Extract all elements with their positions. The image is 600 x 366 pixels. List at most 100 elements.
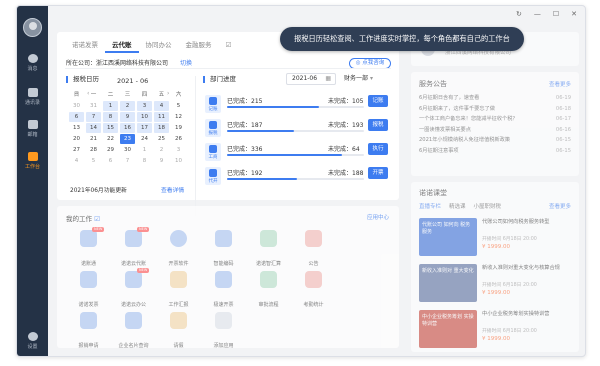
calendar-day[interactable]: 16 (120, 123, 135, 133)
minimize-icon[interactable]: — (534, 10, 541, 18)
department-select[interactable]: 财务一部 ▾ (344, 73, 390, 85)
app-expense[interactable]: 报销申请 (66, 312, 111, 349)
app-invoice-software[interactable]: 开票软件 (156, 230, 201, 267)
tab-finance[interactable]: 金融服务 (179, 39, 219, 53)
calendar-day[interactable]: 8 (103, 112, 118, 122)
calendar-day[interactable]: 3 (171, 145, 186, 155)
calendar-day-today[interactable]: 23 (120, 134, 135, 144)
calendar-day[interactable]: 12 (171, 112, 186, 122)
month-picker[interactable]: 2021-06 ▦ (286, 73, 336, 85)
notice-more-link[interactable]: 查看更多 (549, 80, 571, 88)
app-nuonuo-invoice[interactable]: 诺诺发票 (66, 271, 111, 308)
app-add[interactable]: 添加应用 (201, 312, 246, 349)
calendar-day[interactable]: 30 (120, 145, 135, 155)
calendar-day[interactable]: 9 (154, 156, 169, 166)
list-item[interactable]: 6月征期注意事项 06-15 (419, 146, 571, 157)
list-item[interactable]: 一个体工商户备忘来！您能减半征收个税？ 06-17 (419, 114, 571, 125)
app-label: 企业名片查询 (118, 343, 149, 349)
calendar-day[interactable]: 4 (154, 101, 169, 111)
tab-invoice[interactable]: 诺诺发票 (65, 39, 105, 53)
calendar-day[interactable]: 1 (103, 101, 118, 111)
app-attendance[interactable]: 考勤统计 (291, 271, 336, 308)
maximize-icon[interactable]: ☐ (553, 10, 559, 18)
tab-cloud-accounting[interactable]: 云代账 (105, 39, 139, 53)
calendar-day[interactable]: 28 (86, 145, 101, 155)
app-nuozhangtong[interactable]: NEW 诺账通 (66, 227, 111, 267)
app-center-link[interactable]: 应用中心 (367, 213, 389, 221)
edit-icon[interactable]: ☑ (94, 215, 100, 223)
calendar-day[interactable]: 13 (69, 123, 84, 133)
calendar-day[interactable]: 25 (154, 134, 169, 144)
tab-tax-house[interactable]: 小屋职财税 (474, 202, 502, 210)
calendar-day[interactable]: 18 (154, 123, 169, 133)
list-item[interactable]: 6月征期日含有了，速查看 06-19 (419, 93, 571, 104)
app-smart-settlement[interactable]: 诺诺智汇算 (246, 230, 291, 267)
sidebar-item-mail[interactable]: 邮箱 (17, 120, 48, 138)
list-item[interactable]: 一图读懂发票相关要点 06-16 (419, 125, 571, 136)
calendar-day[interactable]: 26 (171, 134, 186, 144)
invoice-button[interactable]: 开票 (368, 167, 388, 179)
sidebar-item-workbench[interactable]: 工作台 (17, 152, 48, 170)
bookkeeping-button[interactable]: 记账 (368, 95, 388, 107)
tab-live[interactable]: 直播专栏 (419, 202, 441, 210)
tab-collaboration[interactable]: 协同办公 (139, 39, 179, 53)
classroom-more-link[interactable]: 查看更多 (549, 202, 571, 210)
course-card[interactable]: 新收入准则对 重大变化 新收入准则对重大变化与核算合规 开播时间 6月18日 2… (419, 264, 571, 304)
calendar-day[interactable]: 6 (103, 156, 118, 166)
course-card[interactable]: 代账公司 如何向 税务服务 代账公司如何向税务服务转型 开播时间 6月18日 2… (419, 218, 571, 258)
calendar-day[interactable]: 15 (103, 123, 118, 133)
calendar-day[interactable]: 3 (137, 101, 152, 111)
course-card[interactable]: 中小企业税务筹划 实操特训营 中小企业税务筹划实操特训营 开播时间 6月18日 … (419, 310, 571, 350)
calendar-day[interactable]: 21 (86, 134, 101, 144)
calendar-day[interactable]: 31 (86, 101, 101, 111)
app-cloud-accounting[interactable]: NEW 诺诺云代账 (111, 227, 156, 267)
calendar-day[interactable]: 2 (154, 145, 169, 155)
tab-featured[interactable]: 精选课 (449, 202, 466, 210)
app-smart-coding[interactable]: 智能编码 (201, 230, 246, 267)
calendar-day[interactable]: 7 (86, 112, 101, 122)
calendar-day[interactable]: 29 (103, 145, 118, 155)
calendar-day[interactable]: 7 (120, 156, 135, 166)
calendar-details-link[interactable]: 查看详情 (161, 185, 184, 194)
calendar-day[interactable]: 4 (69, 156, 84, 166)
calendar-day[interactable]: 2 (120, 101, 135, 111)
calendar-day[interactable]: 11 (154, 112, 169, 122)
list-item[interactable]: 6月征期来了，这件事千要忘了做 06-18 (419, 104, 571, 115)
app-leave[interactable]: 请假 (156, 312, 201, 349)
progress-row-tax: 报税 已完成：187 未完成：193 报税 (205, 118, 395, 142)
calendar-day[interactable]: 1 (137, 145, 152, 155)
app-cloud-office[interactable]: NEW 诺诺云办公 (111, 268, 156, 308)
sidebar-item-contacts[interactable]: 通讯录 (17, 88, 48, 106)
calendar-day[interactable]: 14 (86, 123, 101, 133)
tax-button[interactable]: 报税 (368, 119, 388, 131)
calendar-day[interactable]: 10 (137, 112, 152, 122)
calendar-day[interactable]: 6 (69, 112, 84, 122)
calendar-day[interactable]: 9 (120, 112, 135, 122)
calendar-day[interactable]: 30 (69, 101, 84, 111)
sidebar-item-messages[interactable]: 消息 (17, 54, 48, 72)
execute-button[interactable]: 执行 (368, 143, 388, 155)
list-item[interactable]: 2021年小规模纳税人免征增值税新政策 06-15 (419, 135, 571, 146)
app-approval[interactable]: 审批流程 (246, 271, 291, 308)
avatar[interactable] (23, 18, 42, 37)
calendar-day[interactable]: 8 (137, 156, 152, 166)
sidebar-item-settings[interactable]: 设置 (17, 332, 48, 350)
calendar-day[interactable]: 22 (103, 134, 118, 144)
edit-tabs-icon[interactable]: ☑ (219, 39, 239, 53)
calendar-day[interactable]: 5 (171, 101, 186, 111)
app-fast-invoice[interactable]: 极速开票 (201, 271, 246, 308)
calendar-day[interactable]: 24 (137, 134, 152, 144)
close-icon[interactable]: ✕ (571, 10, 577, 18)
course-date: 开播时间 6月18日 20:00 (482, 283, 537, 288)
calendar-day[interactable]: 10 (171, 156, 186, 166)
switch-company-link[interactable]: 切换 (180, 58, 192, 67)
calendar-day[interactable]: 20 (69, 134, 84, 144)
calendar-day[interactable]: 27 (69, 145, 84, 155)
calendar-day[interactable]: 17 (137, 123, 152, 133)
app-announcement[interactable]: 公告 (291, 230, 336, 267)
app-work-report[interactable]: 工作汇报 (156, 271, 201, 308)
app-company-card[interactable]: 企业名片查询 (111, 312, 156, 349)
calendar-day[interactable]: 5 (86, 156, 101, 166)
refresh-icon[interactable]: ↻ (516, 10, 522, 18)
calendar-day[interactable]: 19 (171, 123, 186, 133)
